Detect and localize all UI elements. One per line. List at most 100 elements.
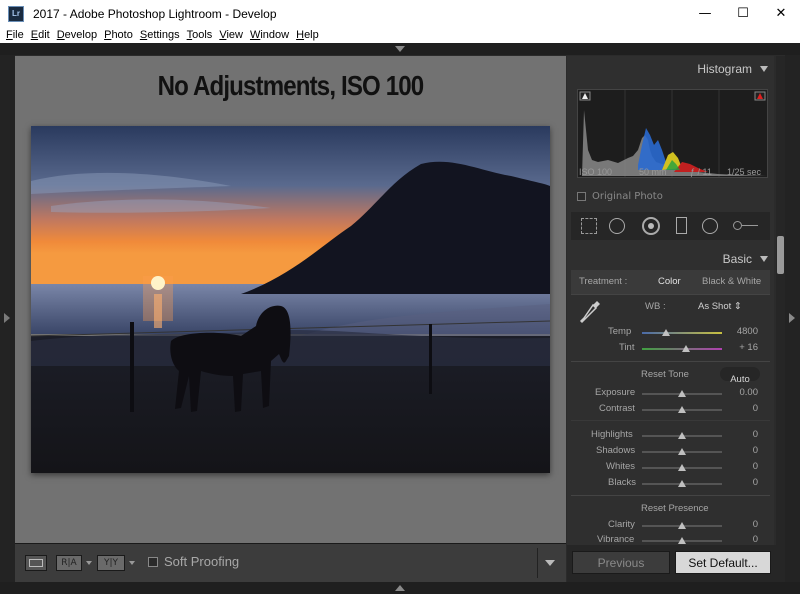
tint-label: Tint (619, 342, 635, 353)
top-panel-toggle-strip[interactable] (0, 43, 800, 55)
red-eye-icon[interactable] (642, 217, 660, 235)
crop-overlay-icon[interactable] (581, 218, 597, 234)
maximize-button[interactable]: ☐ (724, 0, 762, 27)
blacks-slider-knob[interactable] (678, 480, 686, 487)
soft-proofing-checkbox[interactable] (148, 557, 158, 567)
histogram-header[interactable]: Histogram (567, 56, 774, 82)
whites-value[interactable]: 0 (753, 461, 758, 472)
radial-filter-icon[interactable] (702, 218, 718, 234)
exposure-slider-knob[interactable] (678, 390, 686, 397)
shadows-slider-knob[interactable] (678, 448, 686, 455)
close-button[interactable]: ✕ (762, 0, 800, 27)
contrast-slider[interactable] (642, 406, 722, 413)
reset-presence-label[interactable]: Reset Presence (641, 503, 709, 514)
temp-label: Temp (608, 326, 632, 337)
divider (571, 495, 770, 496)
vibrance-slider[interactable] (642, 537, 722, 544)
menu-settings[interactable]: Settings (140, 29, 180, 41)
menu-photo[interactable]: Photo (104, 29, 133, 41)
menu-bar: File Edit Develop Photo Settings Tools V… (0, 27, 800, 43)
wb-select[interactable]: As Shot ⇕ (698, 301, 742, 312)
temp-value[interactable]: 4800 (737, 326, 758, 337)
left-panel-toggle-strip[interactable] (0, 55, 15, 582)
original-photo-checkbox[interactable] (577, 192, 586, 201)
minimize-button[interactable]: — (686, 0, 724, 27)
auto-tone-button[interactable]: Auto (720, 367, 760, 385)
menu-view[interactable]: View (219, 29, 243, 41)
shadows-slider[interactable] (642, 448, 722, 455)
tint-slider[interactable] (642, 345, 722, 352)
before-after-button[interactable]: R|A (56, 555, 82, 571)
lightroom-app-icon: Lr (8, 5, 24, 22)
treatment-color-option[interactable]: Color (658, 276, 681, 287)
loupe-view-button[interactable] (25, 555, 47, 571)
filmstrip-toggle-strip[interactable] (0, 582, 800, 594)
clarity-slider[interactable] (642, 522, 722, 529)
exposure-value[interactable]: 0.00 (740, 387, 759, 398)
iso-value: ISO 100 (579, 167, 613, 177)
set-default-button[interactable]: Set Default... (675, 551, 771, 574)
highlights-slider[interactable] (642, 432, 722, 439)
vibrance-label: Vibrance (597, 534, 635, 545)
expand-left-icon[interactable] (4, 313, 10, 323)
highlights-slider-knob[interactable] (678, 432, 686, 439)
original-photo-toggle[interactable]: Original Photo (577, 191, 663, 202)
whites-label: Whites (606, 461, 636, 472)
shutter-speed-value: 1/25 sec (727, 167, 762, 177)
wb-label: WB : (645, 301, 666, 312)
auto-label: Auto (730, 374, 750, 385)
chevron-down-icon[interactable] (86, 561, 92, 565)
whites-slider[interactable] (642, 464, 722, 471)
collapse-top-icon[interactable] (395, 46, 405, 52)
basic-header[interactable]: Basic (567, 246, 774, 270)
menu-window[interactable]: Window (250, 29, 289, 41)
expand-filmstrip-icon[interactable] (395, 585, 405, 591)
image-canvas: No Adjustments, ISO 100 (15, 56, 566, 543)
eyedropper-icon[interactable] (579, 299, 601, 325)
menu-help[interactable]: Help (296, 29, 319, 41)
blacks-value[interactable]: 0 (753, 477, 758, 488)
aperture-value: ƒ / 11 (690, 167, 712, 177)
temp-slider-knob[interactable] (662, 329, 670, 336)
shadows-value[interactable]: 0 (753, 445, 758, 456)
clarity-slider-knob[interactable] (678, 522, 686, 529)
whites-slider-knob[interactable] (678, 464, 686, 471)
before-after-split-button[interactable]: Y|Y (97, 555, 125, 571)
histogram-title: Histogram (697, 62, 752, 76)
temp-slider[interactable] (642, 329, 722, 336)
graduated-filter-icon[interactable] (676, 217, 687, 234)
scrollbar-thumb[interactable] (777, 236, 784, 274)
toolbar-menu-button[interactable] (537, 548, 561, 578)
blacks-slider[interactable] (642, 480, 722, 487)
clarity-value[interactable]: 0 (753, 519, 758, 530)
spot-removal-icon[interactable] (609, 218, 625, 234)
exposure-label: Exposure (595, 387, 636, 398)
contrast-slider-knob[interactable] (678, 406, 686, 413)
menu-develop[interactable]: Develop (57, 29, 97, 41)
photo-preview[interactable] (31, 126, 550, 473)
contrast-value[interactable]: 0 (753, 403, 758, 414)
right-panel-toggle-strip[interactable] (785, 55, 800, 582)
collapse-arrow-icon[interactable] (760, 66, 768, 72)
right-panel-scrollbar[interactable] (776, 56, 785, 545)
chevron-down-icon[interactable] (129, 561, 135, 565)
treatment-bw-option[interactable]: Black & White (702, 276, 761, 287)
divider (571, 420, 770, 421)
highlights-value[interactable]: 0 (753, 429, 758, 440)
divider (571, 361, 770, 362)
menu-file[interactable]: File (6, 29, 24, 41)
soft-proofing-label: Soft Proofing (164, 554, 240, 569)
previous-button[interactable]: Previous (572, 551, 670, 574)
tint-slider-knob[interactable] (682, 345, 690, 352)
vibrance-value[interactable]: 0 (753, 534, 758, 545)
basic-title: Basic (722, 252, 752, 266)
adjustment-brush-icon[interactable] (733, 221, 759, 230)
collapse-arrow-icon[interactable] (760, 256, 768, 262)
menu-tools[interactable]: Tools (187, 29, 213, 41)
menu-edit[interactable]: Edit (31, 29, 50, 41)
tint-value[interactable]: + 16 (739, 342, 758, 353)
reset-tone-label[interactable]: Reset Tone (641, 369, 689, 380)
exposure-slider[interactable] (642, 390, 722, 397)
vibrance-slider-knob[interactable] (678, 537, 686, 544)
collapse-right-icon[interactable] (789, 313, 795, 323)
